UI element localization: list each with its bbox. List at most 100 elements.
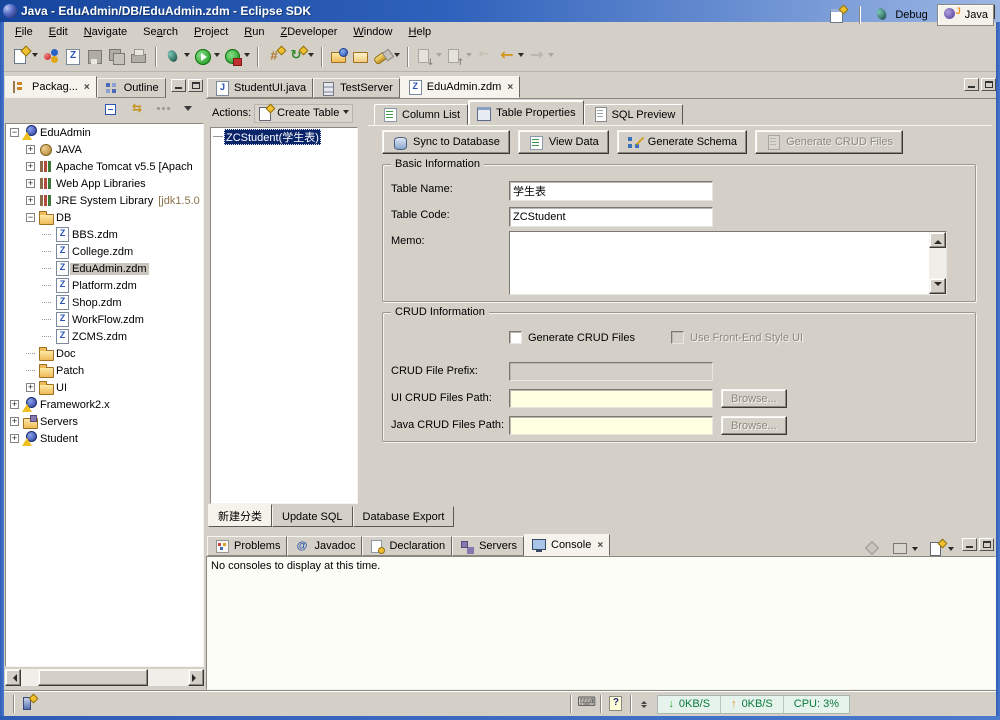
menu-help[interactable]: Help xyxy=(402,24,439,40)
tree-toggle[interactable]: + xyxy=(26,383,35,392)
scroll-left-button[interactable] xyxy=(5,669,21,686)
java-crud-files-path-input[interactable] xyxy=(509,416,713,435)
table-name-input[interactable] xyxy=(509,181,713,201)
menu-navigate[interactable]: Navigate xyxy=(77,24,134,40)
help-icon[interactable] xyxy=(607,695,625,713)
tree-item-ui[interactable]: +UI xyxy=(6,379,203,396)
tree-item-eduadmin[interactable]: −EduAdmin xyxy=(6,124,203,141)
use-front-end-style-checkbox[interactable] xyxy=(671,331,684,344)
create-table-button[interactable]: Create Table xyxy=(254,104,353,123)
panel-tab-declaration[interactable]: Declaration xyxy=(362,536,452,556)
editor-tab-eduadmin-zdm[interactable]: EduAdmin.zdm× xyxy=(400,76,520,98)
scroll-down-button[interactable] xyxy=(929,278,946,294)
editor-maximize-button[interactable] xyxy=(981,78,996,91)
ui-browse-button[interactable]: Browse... xyxy=(721,389,787,408)
perspective-java-button[interactable]: Java xyxy=(937,4,994,26)
sync-to-database-button[interactable]: Sync to Database xyxy=(382,130,510,154)
tree-item-web-app-libraries[interactable]: +Web App Libraries xyxy=(6,175,203,192)
scroll-right-button[interactable] xyxy=(188,669,204,686)
tree-item-student[interactable]: +Student xyxy=(6,430,203,447)
tree-item-patch[interactable]: Patch xyxy=(6,362,203,379)
link-with-editor-button[interactable] xyxy=(127,98,149,122)
menu-project[interactable]: Project xyxy=(187,24,235,40)
table-code-input[interactable] xyxy=(509,207,713,227)
import-folder-button[interactable] xyxy=(328,45,350,69)
tree-item-doc[interactable]: Doc xyxy=(6,345,203,362)
tree-item-eduadmin-zdm[interactable]: EduAdmin.zdm xyxy=(6,260,203,277)
tree-item-jre-system-library[interactable]: +JRE System Library[jdk1.5.0 xyxy=(6,192,203,209)
tree-item-servers[interactable]: +Servers xyxy=(6,413,203,430)
tree-toggle[interactable]: + xyxy=(26,196,35,205)
menu-edit[interactable]: Edit xyxy=(42,24,75,40)
properties-tab-column-list[interactable]: Column List xyxy=(374,104,468,125)
memo-textarea[interactable] xyxy=(510,232,929,294)
collapse-all-button[interactable] xyxy=(101,98,123,122)
tree-item-java[interactable]: +JAVA xyxy=(6,141,203,158)
horizontal-scrollbar[interactable] xyxy=(5,669,204,686)
zdeveloper-button[interactable] xyxy=(40,45,62,69)
close-view-icon[interactable]: × xyxy=(82,82,90,93)
menu-search[interactable]: Search xyxy=(136,24,185,40)
panel-tab-javadoc[interactable]: Javadoc xyxy=(287,536,362,556)
tree-toggle[interactable]: − xyxy=(10,128,19,137)
open-perspective-button[interactable] xyxy=(823,4,853,26)
view-data-button[interactable]: View Data xyxy=(518,130,609,154)
tree-item-zcms-zdm[interactable]: ZCMS.zdm xyxy=(6,328,203,345)
tree-toggle[interactable]: + xyxy=(10,434,19,443)
tree-item-shop-zdm[interactable]: Shop.zdm xyxy=(6,294,203,311)
panel-tab-servers[interactable]: Servers xyxy=(452,536,524,556)
tree-toggle[interactable]: + xyxy=(26,179,35,188)
java-browse-button[interactable]: Browse... xyxy=(721,416,787,435)
editor-bottom-tab-item[interactable]: 新建分类 xyxy=(208,504,272,527)
editor-tab-testserver[interactable]: TestServer xyxy=(313,78,400,98)
new-wizard-button[interactable] xyxy=(10,45,40,69)
panel-tab-problems[interactable]: Problems xyxy=(207,536,287,556)
tab-outline[interactable]: Outline xyxy=(97,78,166,98)
refresh-model-button[interactable] xyxy=(286,45,316,69)
menu-run[interactable]: Run xyxy=(237,24,271,40)
tree-item-bbs-zdm[interactable]: BBS.zdm xyxy=(6,226,203,243)
editor-tab-studentui-java[interactable]: StudentUI.java xyxy=(207,78,313,98)
scrollbar-thumb[interactable] xyxy=(38,669,148,686)
tree-toggle[interactable]: + xyxy=(10,400,19,409)
tree-item-platform-zdm[interactable]: Platform.zdm xyxy=(6,277,203,294)
close-icon[interactable]: × xyxy=(595,540,603,551)
menu-zdeveloper[interactable]: ZDeveloper xyxy=(273,24,344,40)
fast-view-icon[interactable] xyxy=(20,695,38,713)
back-button[interactable] xyxy=(496,45,526,69)
search-button[interactable] xyxy=(372,45,402,69)
perspective-debug-button[interactable]: Debug xyxy=(867,4,933,26)
menu-window[interactable]: Window xyxy=(346,24,399,40)
open-folder-button[interactable] xyxy=(350,45,372,69)
generate-crud-files-checkbox[interactable] xyxy=(509,331,522,344)
tree-toggle[interactable]: + xyxy=(10,417,19,426)
external-tools-button[interactable] xyxy=(222,45,252,69)
model-tree-item-zcstudent[interactable]: ZCStudent(学生表) xyxy=(211,128,357,145)
properties-tab-table-properties[interactable]: Table Properties xyxy=(468,100,584,125)
ui-crud-files-path-input[interactable] xyxy=(509,389,713,408)
run-button[interactable] xyxy=(192,45,222,69)
view-maximize-button[interactable] xyxy=(188,79,203,92)
view-minimize-button[interactable] xyxy=(171,79,186,92)
editor-bottom-tab-update-sql[interactable]: Update SQL xyxy=(272,506,353,527)
tree-toggle[interactable]: − xyxy=(26,213,35,222)
keyboard-icon[interactable] xyxy=(577,695,595,713)
scroll-up-button[interactable] xyxy=(929,232,946,248)
tree-toggle[interactable]: + xyxy=(26,162,35,171)
tree-item-apache-tomcat-v5-5-apach[interactable]: +Apache Tomcat v5.5 [Apach xyxy=(6,158,203,175)
create-artifact-button[interactable] xyxy=(264,45,286,69)
tree-item-college-zdm[interactable]: College.zdm xyxy=(6,243,203,260)
z-module-button[interactable] xyxy=(62,45,84,69)
editor-minimize-button[interactable] xyxy=(964,78,979,91)
generate-schema-button[interactable]: Generate Schema xyxy=(617,130,747,154)
crud-file-prefix-input[interactable] xyxy=(509,362,713,381)
status-spinner[interactable] xyxy=(641,698,647,711)
view-menu-button[interactable] xyxy=(179,98,201,122)
close-icon[interactable]: × xyxy=(505,82,513,93)
debug-button[interactable] xyxy=(162,45,192,69)
memo-scrollbar[interactable] xyxy=(929,232,946,294)
panel-tab-console[interactable]: Console× xyxy=(524,534,610,556)
menu-file[interactable]: File xyxy=(8,24,40,40)
tree-item-db[interactable]: −DB xyxy=(6,209,203,226)
tab-package-explorer[interactable]: Packag... × xyxy=(5,76,97,98)
